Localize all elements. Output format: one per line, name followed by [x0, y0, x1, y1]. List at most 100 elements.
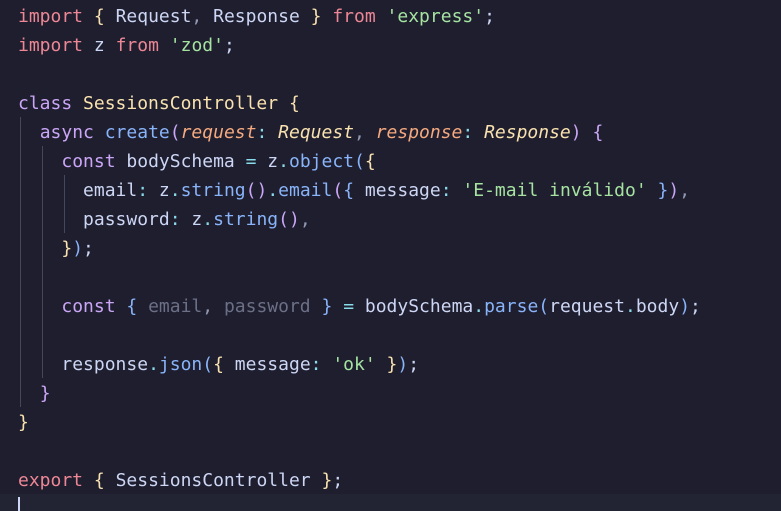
token-colon: :	[169, 209, 181, 230]
code-line-17[interactable]: export { SessionsController };	[18, 466, 343, 495]
token-paren: )	[397, 354, 409, 375]
token-brace: }	[310, 6, 322, 27]
token-export-keyword: export	[18, 470, 84, 491]
token-from-keyword: from	[115, 35, 159, 56]
token-identifier: response	[61, 354, 149, 375]
token-comma: ,	[191, 6, 203, 27]
token-semicolon: ;	[223, 35, 235, 56]
token-brace: }	[657, 180, 669, 201]
token-dot: .	[202, 209, 214, 230]
token-method-name: json	[158, 354, 203, 375]
token-identifier: bodySchema	[364, 296, 474, 317]
code-line-2[interactable]: import z from 'zod';	[18, 31, 235, 60]
token-identifier: email	[148, 296, 203, 317]
token-dot: .	[278, 151, 289, 172]
token-property: message	[234, 354, 311, 375]
token-property: email	[83, 180, 138, 201]
token-paren: (	[202, 354, 214, 375]
token-from-keyword: from	[332, 6, 376, 27]
token-property: password	[83, 209, 170, 230]
token-class-name: SessionsController	[83, 93, 279, 114]
token-brace: }	[321, 296, 333, 317]
token-identifier: bodySchema	[126, 151, 235, 172]
token-paren: )	[570, 122, 582, 143]
code-line-6[interactable]: const bodySchema = z.object({	[18, 147, 376, 176]
token-colon: :	[310, 354, 322, 375]
code-line-14[interactable]: }	[18, 379, 51, 408]
code-line-8[interactable]: password: z.string(),	[18, 205, 311, 234]
token-identifier: Request	[115, 6, 192, 27]
token-paren: (	[169, 122, 181, 143]
token-brace: {	[126, 296, 138, 317]
token-paren: (	[354, 151, 365, 172]
token-brace: }	[61, 238, 73, 259]
token-method-name: parse	[484, 296, 539, 317]
token-semicolon: ;	[484, 6, 495, 27]
token-semicolon: ;	[690, 296, 701, 317]
token-dot: .	[148, 354, 159, 375]
token-comma: ,	[354, 122, 365, 143]
token-identifier: request	[549, 296, 625, 317]
token-brace: {	[93, 470, 105, 491]
token-colon: :	[462, 122, 474, 143]
token-brace: {	[93, 6, 105, 27]
code-line-7[interactable]: email: z.string().email({ message: 'E-ma…	[18, 176, 690, 205]
token-parameter: response	[375, 122, 463, 143]
current-line-highlight	[0, 494, 781, 511]
token-dot: .	[473, 296, 485, 317]
token-method-name: email	[278, 180, 333, 201]
token-paren: )	[668, 180, 680, 201]
token-comma: ,	[299, 209, 311, 230]
code-editor[interactable]: import { Request, Response } from 'expre…	[0, 0, 781, 511]
token-identifier: z	[158, 180, 170, 201]
token-identifier: z	[93, 35, 105, 56]
token-import-keyword: import	[18, 6, 84, 27]
token-paren: )	[72, 238, 84, 259]
code-line-5[interactable]: async create(request: Request, response:…	[18, 118, 604, 147]
token-paren: ()	[278, 209, 300, 230]
token-string: 'express'	[386, 6, 485, 27]
token-identifier: SessionsController	[115, 470, 311, 491]
token-brace: }	[386, 354, 398, 375]
token-property: message	[364, 180, 441, 201]
token-colon: :	[256, 122, 268, 143]
code-line-9[interactable]: });	[18, 234, 94, 263]
token-import-keyword: import	[18, 35, 84, 56]
token-string: 'E-mail inválido'	[462, 180, 647, 201]
token-string: 'ok'	[332, 354, 376, 375]
token-type: Request	[278, 122, 354, 143]
code-line-1[interactable]: import { Request, Response } from 'expre…	[18, 2, 495, 31]
token-dot: .	[624, 296, 636, 317]
token-semicolon: ;	[332, 470, 344, 491]
token-paren: )	[679, 296, 691, 317]
token-method-name: string	[180, 180, 246, 201]
token-method-name: string	[213, 209, 279, 230]
token-async-keyword: async	[39, 122, 94, 143]
token-paren: (	[332, 180, 344, 201]
token-colon: :	[440, 180, 452, 201]
token-brace: }	[321, 470, 333, 491]
token-paren: (	[538, 296, 550, 317]
code-line-11[interactable]: const { email, password } = bodySchema.p…	[18, 292, 701, 321]
token-class-keyword: class	[18, 93, 73, 114]
token-colon: :	[137, 180, 149, 201]
token-identifier: Response	[213, 6, 300, 27]
code-line-4[interactable]: class SessionsController {	[18, 89, 300, 118]
token-brace: }	[39, 383, 51, 404]
token-dot: .	[169, 180, 181, 201]
token-method-name: object	[288, 151, 355, 172]
token-const-keyword: const	[61, 151, 116, 172]
token-semicolon: ;	[408, 354, 420, 375]
token-brace: {	[343, 180, 355, 201]
token-dot: .	[267, 180, 279, 201]
code-line-15[interactable]: }	[18, 408, 29, 437]
token-property: body	[635, 296, 680, 317]
token-const-keyword: const	[61, 296, 116, 317]
token-type: Response	[484, 122, 571, 143]
token-brace: {	[592, 122, 604, 143]
token-operator: =	[245, 151, 257, 172]
token-brace: {	[364, 151, 376, 172]
code-line-13[interactable]: response.json({ message: 'ok' });	[18, 350, 419, 379]
text-cursor	[18, 497, 20, 511]
token-identifier: password	[223, 296, 311, 317]
